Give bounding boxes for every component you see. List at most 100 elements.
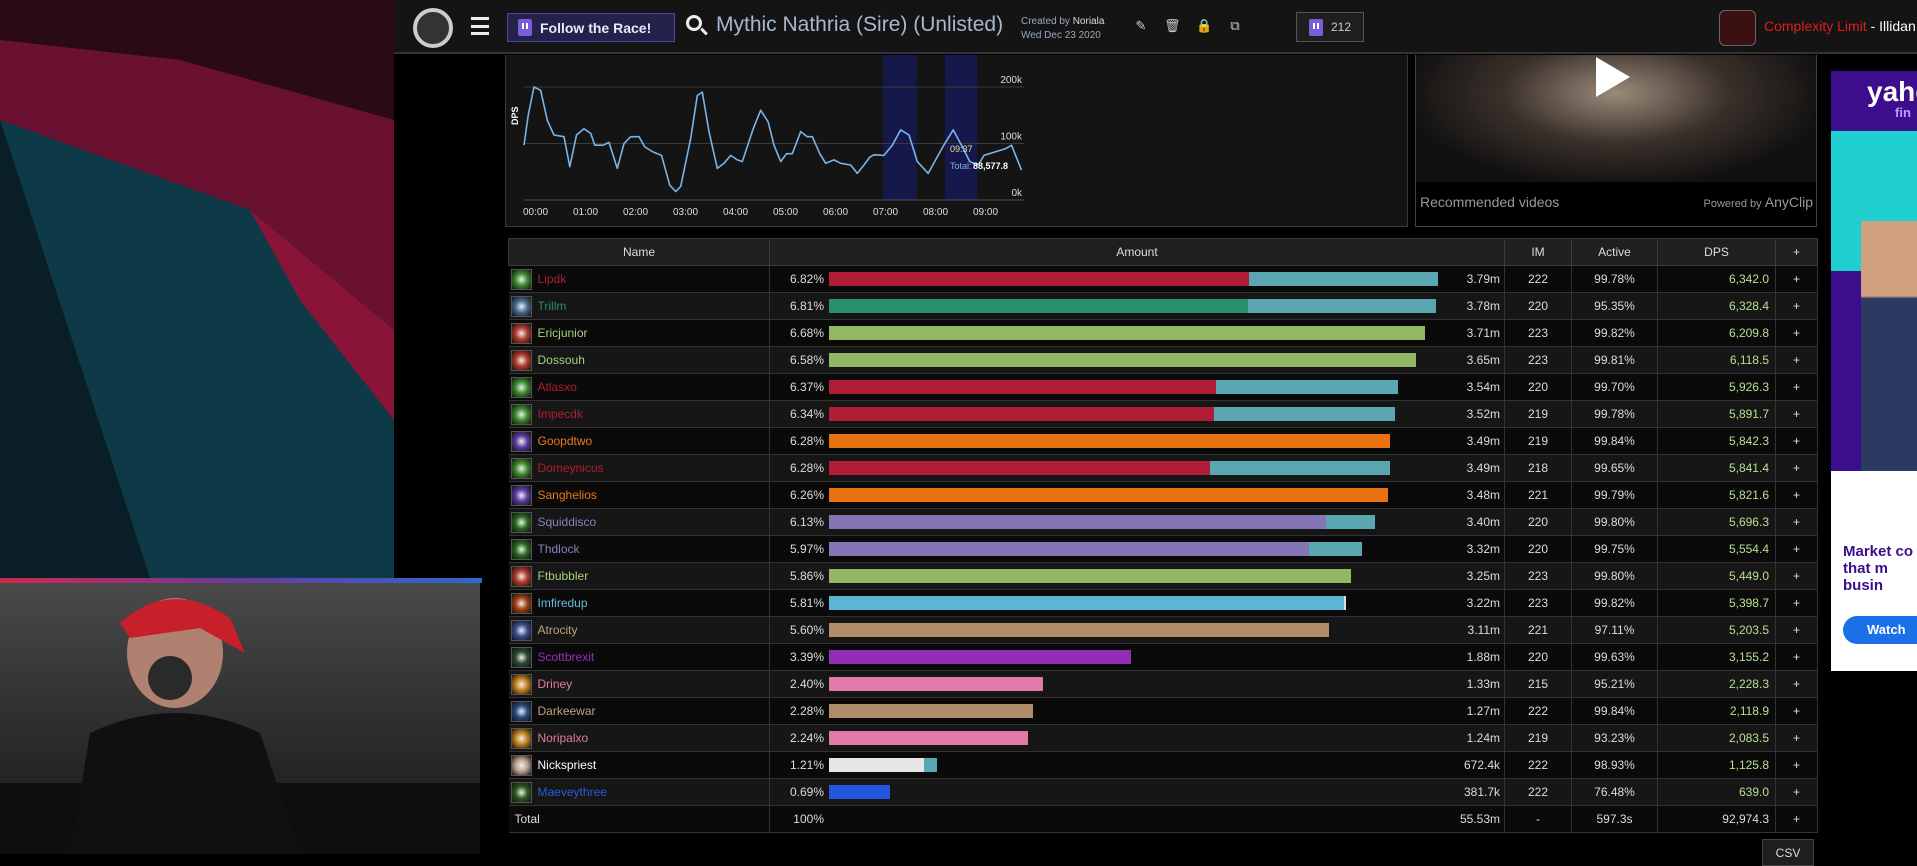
column-header-dps[interactable]: DPS <box>1657 238 1776 266</box>
table-row[interactable]: Noripalxo 2.24% 1.24m 219 93.23% 2,083.5 … <box>508 724 1818 752</box>
player-name[interactable]: Thdlock <box>538 542 580 556</box>
player-name[interactable]: Noripalxo <box>538 731 589 745</box>
add-button[interactable]: + <box>1775 724 1818 752</box>
add-button[interactable]: + <box>1775 454 1818 482</box>
add-button[interactable]: + <box>1775 535 1818 563</box>
item-level: 222 <box>1504 265 1572 293</box>
player-name[interactable]: Imfiredup <box>538 596 588 610</box>
player-name[interactable]: Dossouh <box>538 353 585 367</box>
edit-pencil-icon[interactable]: ✎ <box>1134 18 1148 34</box>
amount-bar <box>829 272 1438 286</box>
table-row[interactable]: Lipdk 6.82% 3.79m 222 99.78% 6,342.0 + <box>508 265 1818 293</box>
player-name[interactable]: Maeveythree <box>538 785 607 799</box>
table-row[interactable]: Dossouh 6.58% 3.65m 223 99.81% 6,118.5 + <box>508 346 1818 374</box>
x-tick-label: 00:00 <box>523 207 548 218</box>
player-name[interactable]: Goopdtwo <box>538 434 593 448</box>
add-button[interactable]: + <box>1775 319 1818 347</box>
table-row[interactable]: Atlasxo 6.37% 3.54m 220 99.70% 5,926.3 + <box>508 373 1818 401</box>
delete-trash-icon[interactable]: 🗑 <box>1164 18 1181 34</box>
table-row[interactable]: Thdlock 5.97% 3.32m 220 99.75% 5,554.4 + <box>508 535 1818 563</box>
player-name[interactable]: Atlasxo <box>538 380 577 394</box>
add-button[interactable]: + <box>1775 589 1818 617</box>
add-button[interactable]: + <box>1775 400 1818 428</box>
table-row[interactable]: Ftbubbler 5.86% 3.25m 223 99.80% 5,449.0 … <box>508 562 1818 590</box>
amount-bar <box>829 542 1438 556</box>
add-button[interactable]: + <box>1775 562 1818 590</box>
player-name[interactable]: Lipdk <box>538 272 567 286</box>
add-button[interactable]: + <box>1775 481 1818 509</box>
player-name[interactable]: Ericjunior <box>538 326 588 340</box>
add-button[interactable]: + <box>1775 508 1818 536</box>
add-button[interactable]: + <box>1775 346 1818 374</box>
table-row[interactable]: Maeveythree 0.69% 381.7k 222 76.48% 639.0… <box>508 778 1818 806</box>
column-header-name[interactable]: Name <box>508 238 770 266</box>
csv-export-button[interactable]: CSV <box>1762 839 1814 866</box>
table-row[interactable]: Ericjunior 6.68% 3.71m 223 99.82% 6,209.8… <box>508 319 1818 347</box>
add-button[interactable]: + <box>1775 697 1818 725</box>
ad-watch-button[interactable]: Watch <box>1843 616 1917 644</box>
dps-line-chart[interactable]: 200k 100k 0k 00:00 01:00 02:00 03:00 04:00 05:00… <box>506 55 1409 227</box>
table-row[interactable]: Atrocity 5.60% 3.11m 221 97.11% 5,203.5 + <box>508 616 1818 644</box>
table-row[interactable]: Goopdtwo 6.28% 3.49m 219 99.84% 5,842.3 + <box>508 427 1818 455</box>
demon-icon <box>510 646 532 668</box>
column-header-amount[interactable]: Amount <box>769 238 1505 266</box>
amount-bar <box>829 731 1438 745</box>
player-name[interactable]: Domeynicus <box>538 461 604 475</box>
amount-value: 1.27m <box>1466 704 1500 718</box>
table-row[interactable]: Trillm 6.81% 3.78m 220 95.35% 6,328.4 + <box>508 292 1818 320</box>
player-name[interactable]: Darkeewar <box>538 704 596 718</box>
play-icon[interactable] <box>1596 57 1630 97</box>
add-button[interactable]: + <box>1775 373 1818 401</box>
player-name[interactable]: Squiddisco <box>538 515 597 529</box>
copy-icon[interactable]: ⧉ <box>1228 18 1242 34</box>
player-name[interactable]: Ftbubbler <box>538 569 589 583</box>
guild-name[interactable]: Complexity Limit <box>1764 18 1867 34</box>
player-name[interactable]: Atrocity <box>538 623 578 637</box>
lock-icon[interactable]: 🔒 <box>1196 18 1212 34</box>
add-button[interactable]: + <box>1775 265 1818 293</box>
player-name[interactable]: Driney <box>538 677 573 691</box>
table-row[interactable]: Domeynicus 6.28% 3.49m 218 99.65% 5,841.4… <box>508 454 1818 482</box>
amount-value: 3.22m <box>1466 596 1500 610</box>
table-row[interactable]: Sanghelios 6.26% 3.48m 221 99.79% 5,821.6… <box>508 481 1818 509</box>
add-button[interactable]: + <box>1775 643 1818 671</box>
search-icon[interactable] <box>686 15 708 36</box>
table-row[interactable]: Squiddisco 6.13% 3.40m 220 99.80% 5,696.3… <box>508 508 1818 536</box>
guild-link[interactable]: Complexity Limit - Illidan <box>1764 18 1916 34</box>
add-button[interactable]: + <box>1775 670 1818 698</box>
player-name[interactable]: Sanghelios <box>538 488 597 502</box>
phase-highlight-band <box>944 55 978 200</box>
anyclip-brand[interactable]: AnyClip <box>1765 194 1813 210</box>
recommended-video-player[interactable]: Recommended videos Powered by AnyClip <box>1415 55 1817 227</box>
table-row[interactable]: Nickspriest 1.21% 672.4k 222 98.93% 1,125… <box>508 751 1818 779</box>
site-logo[interactable] <box>413 8 453 48</box>
table-row[interactable]: Impecdk 6.34% 3.52m 219 99.78% 5,891.7 + <box>508 400 1818 428</box>
hamburger-menu-icon[interactable] <box>471 17 489 35</box>
column-header-add[interactable]: + <box>1775 238 1818 266</box>
percent: 6.26% <box>789 488 824 502</box>
x-tick-label: 08:00 <box>923 207 948 218</box>
add-button[interactable]: + <box>1775 751 1818 779</box>
player-name[interactable]: Nickspriest <box>538 758 597 772</box>
add-button[interactable]: + <box>1775 616 1818 644</box>
column-header-ilvl[interactable]: IM <box>1504 238 1572 266</box>
item-level: 218 <box>1504 454 1572 482</box>
follow-the-race-button[interactable]: Follow the Race! <box>507 13 675 42</box>
add-button[interactable]: + <box>1775 427 1818 455</box>
add-button[interactable]: + <box>1775 778 1818 806</box>
table-row[interactable]: Scottbrexit 3.39% 1.88m 220 99.63% 3,155.… <box>508 643 1818 671</box>
player-name[interactable]: Trillm <box>538 299 567 313</box>
player-name[interactable]: Impecdk <box>538 407 583 421</box>
column-header-active[interactable]: Active <box>1571 238 1658 266</box>
add-button[interactable]: + <box>1775 292 1818 320</box>
advertisement-banner[interactable]: yahoo fin LIV Market co that m busin Wat… <box>1831 71 1917 671</box>
total-add-button[interactable]: + <box>1775 805 1818 833</box>
table-row[interactable]: Darkeewar 2.28% 1.27m 222 99.84% 2,118.9 … <box>508 697 1818 725</box>
player-name[interactable]: Scottbrexit <box>538 650 595 664</box>
table-row[interactable]: Imfiredup 5.81% 3.22m 223 99.82% 5,398.7 … <box>508 589 1818 617</box>
twitch-viewers-button[interactable]: 212 <box>1296 12 1364 42</box>
nature-icon <box>510 781 532 803</box>
amount-bar <box>829 353 1438 367</box>
table-row[interactable]: Driney 2.40% 1.33m 215 95.21% 2,228.3 + <box>508 670 1818 698</box>
author-name[interactable]: Noriala <box>1073 16 1105 27</box>
